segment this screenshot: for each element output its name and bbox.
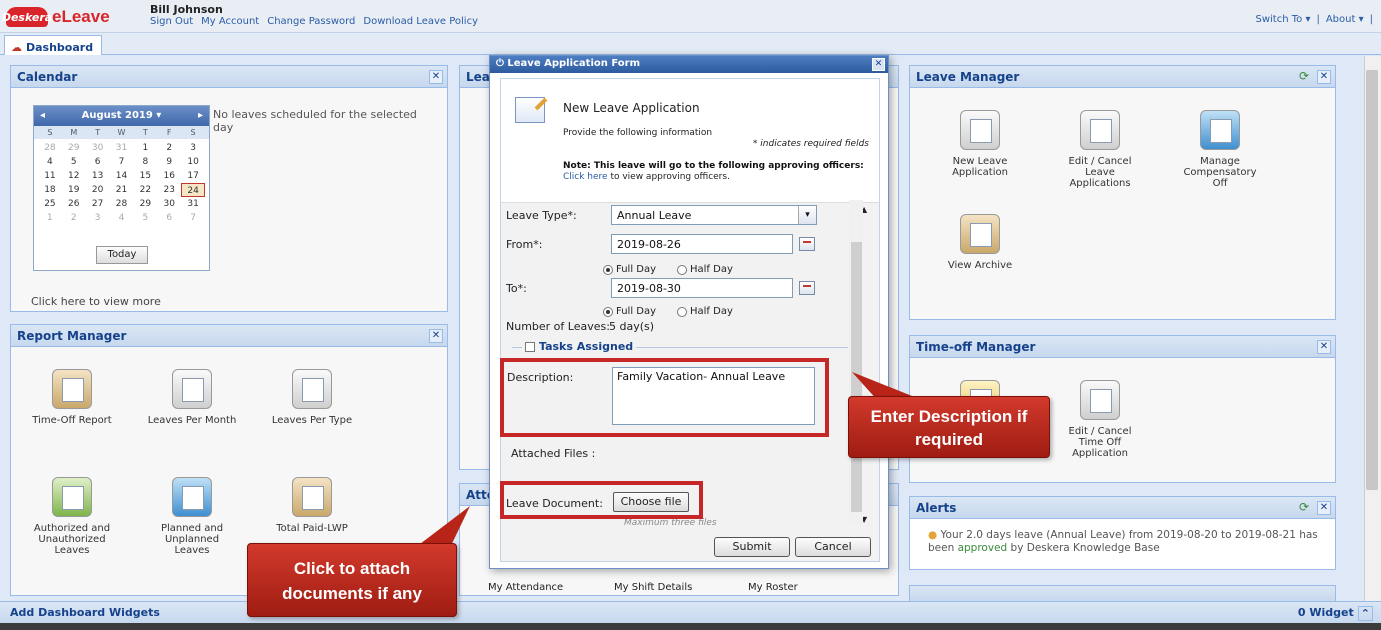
attach-callout: Click to attach documents if any [247, 543, 457, 617]
description-callout: Enter Description if required [848, 396, 1050, 458]
callout-pointers [420, 372, 912, 556]
